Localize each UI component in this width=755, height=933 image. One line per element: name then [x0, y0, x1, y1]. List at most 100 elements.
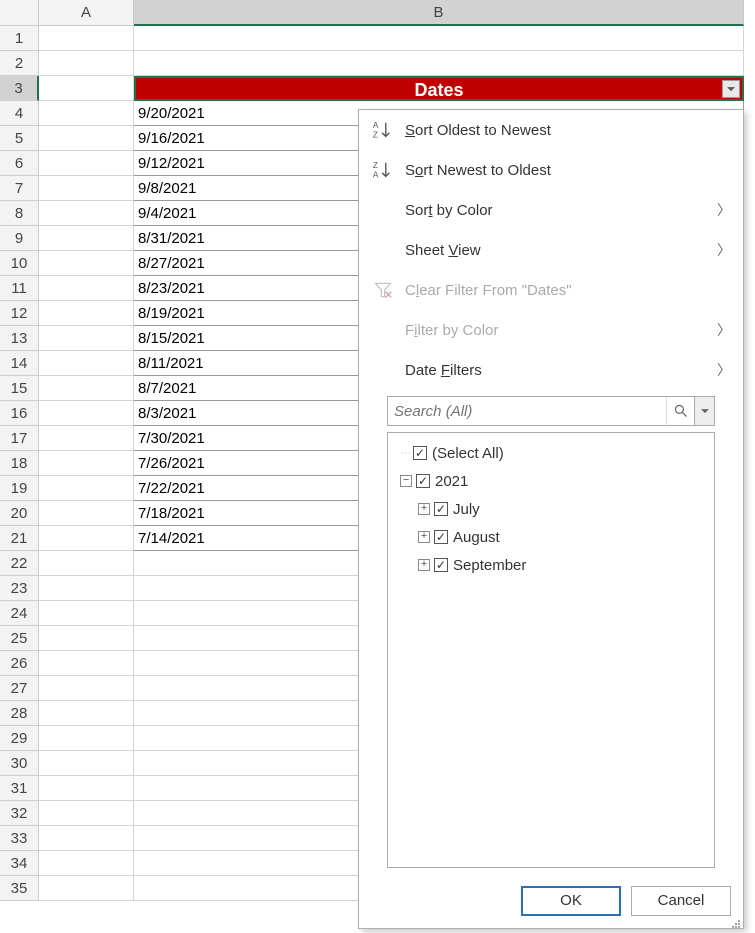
cell[interactable] — [39, 551, 134, 576]
cell[interactable] — [39, 226, 134, 251]
tree-select-all[interactable]: ⋯ ✓ (Select All) — [392, 439, 710, 467]
cell[interactable] — [39, 76, 134, 101]
select-all-corner[interactable] — [0, 0, 39, 26]
row-header[interactable]: 28 — [0, 701, 39, 726]
tree-year[interactable]: − ✓ 2021 — [392, 467, 710, 495]
checkbox-checked-icon[interactable]: ✓ — [416, 474, 430, 488]
filter-tree[interactable]: ⋯ ✓ (Select All) − ✓ 2021 +✓July+✓August… — [387, 432, 715, 868]
tree-month[interactable]: +✓August — [392, 523, 710, 551]
cell[interactable] — [39, 26, 134, 51]
cell[interactable] — [39, 51, 134, 76]
resize-grip-icon[interactable] — [731, 916, 741, 926]
row-header[interactable]: 27 — [0, 676, 39, 701]
checkbox-checked-icon[interactable]: ✓ — [413, 446, 427, 460]
cell[interactable] — [39, 801, 134, 826]
tree-month[interactable]: +✓September — [392, 551, 710, 579]
cell[interactable] — [39, 176, 134, 201]
cell[interactable] — [39, 151, 134, 176]
row-header[interactable]: 35 — [0, 876, 39, 901]
row-header[interactable]: 6 — [0, 151, 39, 176]
sort-oldest-to-newest[interactable]: A Z Sort Oldest to Newest — [359, 110, 743, 150]
cell[interactable] — [39, 676, 134, 701]
expand-icon[interactable]: + — [418, 559, 430, 571]
date-filters[interactable]: Date Filters 〉 — [359, 350, 743, 390]
cell[interactable] — [39, 576, 134, 601]
cell[interactable] — [39, 351, 134, 376]
row-header[interactable]: 14 — [0, 351, 39, 376]
cell[interactable] — [39, 126, 134, 151]
row-header[interactable]: 15 — [0, 376, 39, 401]
expand-icon[interactable]: + — [418, 503, 430, 515]
cell[interactable] — [39, 826, 134, 851]
cell[interactable] — [39, 326, 134, 351]
row-header[interactable]: 7 — [0, 176, 39, 201]
cell[interactable] — [39, 626, 134, 651]
cell[interactable] — [39, 651, 134, 676]
cell[interactable] — [39, 101, 134, 126]
col-header-A[interactable]: A — [39, 0, 134, 26]
cell[interactable] — [39, 376, 134, 401]
row-header[interactable]: 17 — [0, 426, 39, 451]
row-header[interactable]: 8 — [0, 201, 39, 226]
cell[interactable] — [39, 851, 134, 876]
table-header-dates[interactable]: Dates — [134, 76, 744, 101]
cell[interactable] — [39, 876, 134, 901]
cell[interactable] — [39, 701, 134, 726]
ok-button[interactable]: OK — [521, 886, 621, 916]
row-header[interactable]: 34 — [0, 851, 39, 876]
row-header[interactable]: 24 — [0, 601, 39, 626]
row-header[interactable]: 18 — [0, 451, 39, 476]
cell[interactable] — [134, 51, 744, 76]
cell[interactable] — [39, 301, 134, 326]
cell[interactable] — [39, 501, 134, 526]
cell[interactable] — [39, 251, 134, 276]
cell[interactable] — [39, 776, 134, 801]
cell[interactable] — [39, 451, 134, 476]
row-header[interactable]: 20 — [0, 501, 39, 526]
tree-month[interactable]: +✓July — [392, 495, 710, 523]
cell[interactable] — [39, 476, 134, 501]
filter-dropdown-button[interactable] — [722, 80, 740, 98]
checkbox-checked-icon[interactable]: ✓ — [434, 558, 448, 572]
cancel-button[interactable]: Cancel — [631, 886, 731, 916]
row-header[interactable]: 2 — [0, 51, 39, 76]
col-header-B[interactable]: B — [134, 0, 744, 26]
filter-search-input[interactable] — [388, 397, 666, 425]
cell[interactable] — [39, 201, 134, 226]
row-header[interactable]: 16 — [0, 401, 39, 426]
row-header[interactable]: 33 — [0, 826, 39, 851]
row-header[interactable]: 30 — [0, 751, 39, 776]
cell[interactable] — [39, 276, 134, 301]
row-header[interactable]: 23 — [0, 576, 39, 601]
row-header[interactable]: 13 — [0, 326, 39, 351]
expand-icon[interactable]: + — [418, 531, 430, 543]
cell[interactable] — [134, 26, 744, 51]
row-header[interactable]: 11 — [0, 276, 39, 301]
checkbox-checked-icon[interactable]: ✓ — [434, 502, 448, 516]
row-header[interactable]: 26 — [0, 651, 39, 676]
cell[interactable] — [39, 401, 134, 426]
cell[interactable] — [39, 726, 134, 751]
sort-by-color[interactable]: Sort by Color 〉 — [359, 190, 743, 230]
row-header[interactable]: 3 — [0, 76, 39, 101]
collapse-icon[interactable]: − — [400, 475, 412, 487]
search-icon[interactable] — [666, 397, 694, 425]
row-header[interactable]: 29 — [0, 726, 39, 751]
row-header[interactable]: 32 — [0, 801, 39, 826]
row-header[interactable]: 25 — [0, 626, 39, 651]
search-dropdown-button[interactable] — [694, 397, 714, 425]
row-header[interactable]: 4 — [0, 101, 39, 126]
row-header[interactable]: 22 — [0, 551, 39, 576]
row-header[interactable]: 10 — [0, 251, 39, 276]
row-header[interactable]: 9 — [0, 226, 39, 251]
row-header[interactable]: 1 — [0, 26, 39, 51]
checkbox-checked-icon[interactable]: ✓ — [434, 530, 448, 544]
row-header[interactable]: 21 — [0, 526, 39, 551]
row-header[interactable]: 19 — [0, 476, 39, 501]
sheet-view[interactable]: Sheet View 〉 — [359, 230, 743, 270]
sort-newest-to-oldest[interactable]: Z A Sort Newest to Oldest — [359, 150, 743, 190]
cell[interactable] — [39, 526, 134, 551]
row-header[interactable]: 5 — [0, 126, 39, 151]
cell[interactable] — [39, 426, 134, 451]
row-header[interactable]: 12 — [0, 301, 39, 326]
